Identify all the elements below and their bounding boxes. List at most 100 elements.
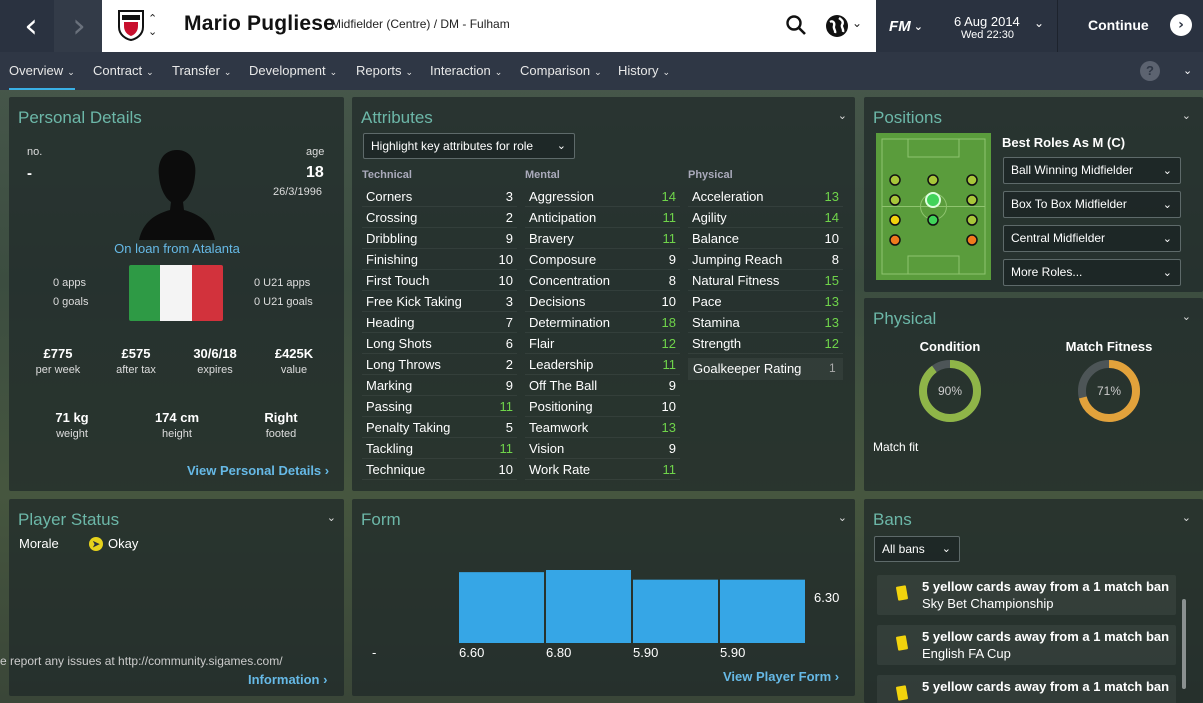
current-date: 6 Aug 2014 xyxy=(954,14,1020,29)
chevron-down-icon[interactable]: ⌄ xyxy=(838,511,847,524)
attribute-row[interactable]: Determination 18 xyxy=(525,312,680,333)
after-tax-label: after tax xyxy=(116,364,156,376)
view-personal-details-link[interactable]: View Personal Details › xyxy=(187,463,329,478)
information-link[interactable]: Information › xyxy=(248,672,327,687)
tab-development[interactable]: Development ⌄ xyxy=(249,52,337,90)
fitness-status: Match fit xyxy=(873,440,919,454)
continue-button[interactable]: Continue › xyxy=(1057,0,1203,52)
chevron-down-icon: ⌄ xyxy=(662,68,670,78)
current-day-time: Wed 22:30 xyxy=(961,29,1015,41)
attribute-row[interactable]: Long Throws 2 xyxy=(362,354,517,375)
chevron-down-icon[interactable]: ⌄ xyxy=(852,16,862,30)
view-player-form-link[interactable]: View Player Form › xyxy=(723,669,839,684)
loan-link[interactable]: On loan from Atalanta xyxy=(77,241,277,256)
role-dropdown-b2b[interactable]: Box To Box Midfielder ⌄ xyxy=(1003,191,1181,218)
attribute-row[interactable]: Flair 12 xyxy=(525,333,680,354)
back-icon[interactable]: ‹ xyxy=(6,0,56,52)
attribute-row[interactable]: Anticipation 11 xyxy=(525,207,680,228)
attribute-row[interactable]: Stamina 13 xyxy=(688,312,843,333)
attribute-row[interactable]: Strength 12 xyxy=(688,333,843,354)
attribute-row[interactable]: Decisions 10 xyxy=(525,291,680,312)
height-value: 174 cm xyxy=(154,410,200,425)
attribute-name: Crossing xyxy=(366,210,418,225)
role-dropdown-bwm[interactable]: Ball Winning Midfielder ⌄ xyxy=(1003,157,1181,184)
fm-menu[interactable]: FM ⌄ xyxy=(877,0,935,52)
attribute-row[interactable]: Tackling 11 xyxy=(362,438,517,459)
form-bar[interactable] xyxy=(720,579,805,643)
chevron-down-icon: ⌄ xyxy=(405,68,414,78)
chevron-down-icon[interactable]: ⌄ xyxy=(838,109,847,122)
search-icon[interactable] xyxy=(784,13,808,37)
attribute-row[interactable]: Passing 11 xyxy=(362,396,517,417)
highlight-role-dropdown[interactable]: Highlight key attributes for role ⌄ xyxy=(363,133,575,159)
attribute-row[interactable]: Teamwork 13 xyxy=(525,417,680,438)
role-dropdown-cm[interactable]: Central Midfielder ⌄ xyxy=(1003,225,1181,252)
attribute-row[interactable]: Penalty Taking 5 xyxy=(362,417,517,438)
attribute-row[interactable]: Work Rate 11 xyxy=(525,459,680,480)
chevron-down-icon[interactable]: ⌄ xyxy=(327,511,336,524)
attribute-row[interactable]: Bravery 11 xyxy=(525,228,680,249)
tab-contract[interactable]: Contract ⌄ xyxy=(93,52,154,90)
chevron-down-icon[interactable]: ⌄ xyxy=(1182,310,1191,323)
tab-overview[interactable]: Overview ⌄ xyxy=(9,52,75,90)
chevron-down-icon[interactable]: ⌄ xyxy=(1034,16,1044,30)
forward-icon[interactable]: › xyxy=(54,0,104,52)
form-bar[interactable] xyxy=(633,579,718,643)
attribute-row[interactable]: Leadership 11 xyxy=(525,354,680,375)
yellow-card-icon xyxy=(895,635,909,651)
gk-rating-label: Goalkeeper Rating xyxy=(693,361,802,376)
foot-label: footed xyxy=(265,428,297,440)
chevron-down-icon[interactable]: ⌄ xyxy=(1182,511,1191,524)
attribute-row[interactable]: Vision 9 xyxy=(525,438,680,459)
attribute-row[interactable]: Heading 7 xyxy=(362,312,517,333)
attribute-row[interactable]: Pace 13 xyxy=(688,291,843,312)
attribute-row[interactable]: First Touch 10 xyxy=(362,270,517,291)
attribute-row[interactable]: Long Shots 6 xyxy=(362,333,517,354)
attribute-row[interactable]: Concentration 8 xyxy=(525,270,680,291)
attribute-row[interactable]: Off The Ball 9 xyxy=(525,375,680,396)
help-icon[interactable]: ? xyxy=(1140,61,1160,81)
form-bar[interactable] xyxy=(546,570,631,643)
player-switch-arrows[interactable]: ⌃ ⌄ xyxy=(148,12,157,38)
date-box[interactable]: 6 Aug 2014 Wed 22:30 ⌄ xyxy=(936,0,1056,52)
attribute-row[interactable]: Jumping Reach 8 xyxy=(688,249,843,270)
tab-comparison[interactable]: Comparison ⌄ xyxy=(520,52,602,90)
tab-label: Development xyxy=(249,63,326,78)
chevron-down-icon[interactable]: ⌄ xyxy=(1183,52,1192,90)
attribute-row[interactable]: Finishing 10 xyxy=(362,249,517,270)
attribute-row[interactable]: Aggression 14 xyxy=(525,186,680,207)
attribute-row[interactable]: Acceleration 13 xyxy=(688,186,843,207)
chevron-down-icon[interactable]: ⌄ xyxy=(1182,109,1191,122)
more-roles-dropdown[interactable]: More Roles... ⌄ xyxy=(1003,259,1181,286)
form-bar[interactable] xyxy=(459,572,544,643)
tab-history[interactable]: History ⌄ xyxy=(618,52,670,90)
attribute-row[interactable]: Marking 9 xyxy=(362,375,517,396)
attribute-row[interactable]: Composure 9 xyxy=(525,249,680,270)
technical-header: Technical xyxy=(362,169,412,181)
tab-interaction[interactable]: Interaction ⌄ xyxy=(430,52,502,90)
attribute-row[interactable]: Free Kick Taking 3 xyxy=(362,291,517,312)
tab-transfer[interactable]: Transfer ⌄ xyxy=(172,52,231,90)
chevron-down-icon: ⌄ xyxy=(913,19,923,33)
tab-label: Comparison xyxy=(520,63,591,78)
attribute-row[interactable]: Natural Fitness 15 xyxy=(688,270,843,291)
attribute-row[interactable]: Positioning 10 xyxy=(525,396,680,417)
yellow-card-icon xyxy=(895,585,909,601)
link-label: View Player Form xyxy=(723,669,832,684)
attribute-row[interactable]: Crossing 2 xyxy=(362,207,517,228)
attribute-row[interactable]: Agility 14 xyxy=(688,207,843,228)
bans-filter-dropdown[interactable]: All bans ⌄ xyxy=(874,536,960,562)
globe-icon[interactable] xyxy=(824,13,850,39)
attribute-value: 13 xyxy=(824,189,839,204)
attribute-row[interactable]: Balance 10 xyxy=(688,228,843,249)
attribute-row[interactable]: Corners 3 xyxy=(362,186,517,207)
scrollbar[interactable] xyxy=(1182,599,1186,689)
condition-value: 90% xyxy=(937,384,963,398)
attribute-row[interactable]: Technique 10 xyxy=(362,459,517,480)
panel-title: Personal Details xyxy=(18,108,142,127)
club-crest-icon[interactable] xyxy=(116,9,146,41)
foot-stat: Right footed xyxy=(241,410,321,440)
attribute-row[interactable]: Dribbling 9 xyxy=(362,228,517,249)
tab-reports[interactable]: Reports ⌄ xyxy=(356,52,413,90)
age-value: 18 xyxy=(306,164,324,181)
